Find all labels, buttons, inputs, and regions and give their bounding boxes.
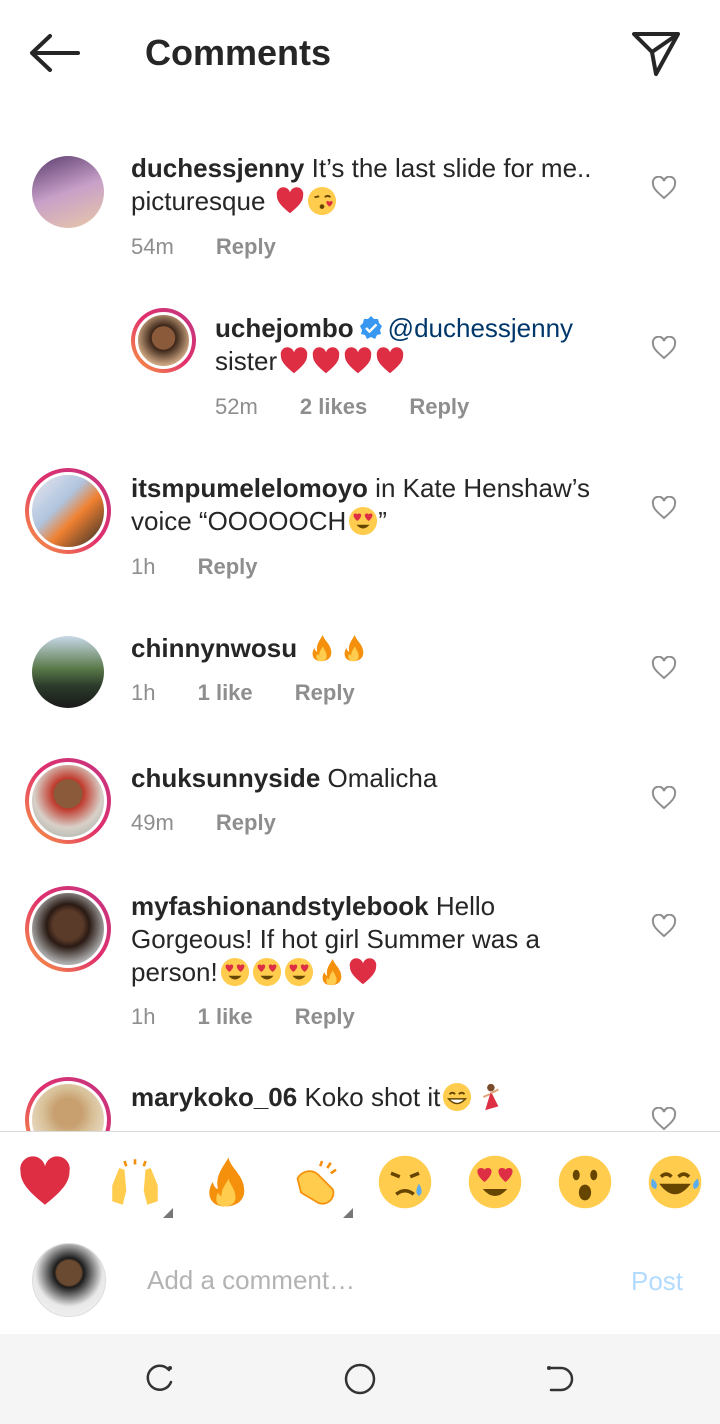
add-comment-input[interactable] — [145, 1259, 609, 1301]
avatar[interactable] — [25, 1077, 111, 1131]
comment-text: Omalicha — [327, 763, 438, 793]
comment-text: sister — [215, 346, 278, 376]
comment-mention[interactable]: @duchessjenny — [388, 313, 573, 343]
likes-count[interactable]: 1 like — [198, 680, 253, 705]
comment-text-end: ” — [378, 506, 387, 536]
heart-reaction-icon[interactable] — [17, 1154, 73, 1210]
likes-count[interactable]: 1 like — [198, 1004, 253, 1029]
verified-badge-icon — [359, 316, 382, 339]
comment-item: myfashionandstylebook Hello Gorgeous! If… — [0, 862, 720, 1057]
raised-hands-reaction-icon — [107, 1154, 163, 1210]
heart-emoji-icon — [343, 346, 373, 376]
page-title: Comments — [145, 32, 332, 73]
comment-item: chuksunnyside Omalicha 49m Reply — [0, 734, 720, 862]
direct-message-icon[interactable] — [630, 28, 682, 78]
comment-time: 54m — [131, 234, 174, 259]
heart-eyes-emoji-icon — [252, 957, 282, 987]
heart-emoji-icon — [348, 957, 378, 987]
surprised-reaction-icon[interactable] — [557, 1154, 613, 1210]
comment-time: 1h — [131, 1004, 156, 1029]
comment-username[interactable]: uchejombo — [215, 313, 354, 343]
heart-eyes-reaction-icon[interactable] — [467, 1154, 523, 1210]
current-user-avatar — [32, 1243, 106, 1317]
like-heart-icon[interactable] — [651, 176, 677, 200]
heart-emoji-icon — [375, 346, 405, 376]
fire-reaction-icon[interactable] — [197, 1154, 253, 1210]
avatar[interactable] — [131, 308, 196, 373]
comment-composer: Post — [0, 1229, 720, 1334]
avatar[interactable] — [25, 468, 111, 554]
sad-tear-reaction-icon[interactable] — [377, 1154, 433, 1210]
avatar[interactable] — [32, 636, 104, 708]
heart-emoji-icon — [311, 346, 341, 376]
reply-button[interactable]: Reply — [295, 680, 355, 705]
like-heart-icon[interactable] — [651, 496, 677, 520]
quick-reaction-bar — [0, 1131, 720, 1230]
skin-tone-indicator-icon — [163, 1208, 173, 1218]
comment-time: 49m — [131, 810, 174, 835]
heart-emoji-icon — [279, 346, 309, 376]
likes-count[interactable]: 2 likes — [300, 394, 367, 419]
comment-list[interactable]: duchessjenny It’s the last slide for me.… — [0, 104, 720, 1131]
home-icon[interactable] — [343, 1362, 377, 1396]
comment-item: marykoko_06 Koko shot it — [0, 1057, 720, 1131]
heart-emoji-icon — [275, 186, 305, 216]
system-navigation-bar — [0, 1334, 720, 1424]
heart-eyes-emoji-icon — [348, 506, 378, 536]
avatar[interactable] — [25, 758, 111, 844]
comment-time: 52m — [215, 394, 258, 419]
grin-emoji-icon — [442, 1082, 472, 1112]
comment-reply-item: uchejombo @duchessjenny sister 52m 2 like… — [0, 284, 720, 444]
raised-hands-reaction[interactable] — [107, 1154, 173, 1218]
kiss-emoji-icon — [307, 186, 337, 216]
comment-username[interactable]: chuksunnyside — [131, 763, 320, 793]
comment-username[interactable]: chinnynwosu — [131, 633, 297, 663]
back-arrow-icon[interactable] — [28, 30, 84, 76]
like-heart-icon[interactable] — [651, 786, 677, 810]
fire-emoji-icon — [316, 957, 346, 987]
back-nav-icon[interactable] — [543, 1362, 577, 1396]
comment-item: duchessjenny It’s the last slide for me.… — [0, 104, 720, 284]
comment-username[interactable]: duchessjenny — [131, 153, 304, 183]
reply-button[interactable]: Reply — [198, 554, 258, 579]
reply-button[interactable]: Reply — [295, 1004, 355, 1029]
dancer-emoji-icon — [474, 1082, 504, 1112]
comment-text: Koko shot it — [304, 1082, 441, 1112]
reply-button[interactable]: Reply — [409, 394, 469, 419]
comment-username[interactable]: myfashionandstylebook — [131, 891, 429, 921]
clap-reaction[interactable] — [287, 1154, 353, 1218]
avatar[interactable] — [32, 156, 104, 228]
comment-item: chinnynwosu 1h 1 like Reply — [0, 604, 720, 734]
comment-username[interactable]: marykoko_06 — [131, 1082, 297, 1112]
heart-eyes-emoji-icon — [220, 957, 250, 987]
like-heart-icon[interactable] — [651, 1107, 677, 1131]
comment-username[interactable]: itsmpumelelomoyo — [131, 473, 368, 503]
joy-reaction-icon[interactable] — [647, 1154, 703, 1210]
skin-tone-indicator-icon — [343, 1208, 353, 1218]
clap-reaction-icon — [287, 1154, 343, 1210]
reply-button[interactable]: Reply — [216, 234, 276, 259]
avatar[interactable] — [25, 886, 111, 972]
fire-emoji-icon — [306, 633, 336, 663]
comment-item: itsmpumelelomoyo in Kate Henshaw’s voice… — [0, 444, 720, 604]
like-heart-icon[interactable] — [651, 656, 677, 680]
heart-eyes-emoji-icon — [284, 957, 314, 987]
reply-button[interactable]: Reply — [216, 810, 276, 835]
post-button[interactable]: Post — [631, 1266, 683, 1297]
recent-apps-icon[interactable] — [143, 1362, 177, 1396]
header: Comments — [0, 0, 720, 104]
like-heart-icon[interactable] — [651, 336, 677, 360]
comment-time: 1h — [131, 554, 156, 579]
fire-emoji-icon — [338, 633, 368, 663]
comment-time: 1h — [131, 680, 156, 705]
like-heart-icon[interactable] — [651, 914, 677, 938]
